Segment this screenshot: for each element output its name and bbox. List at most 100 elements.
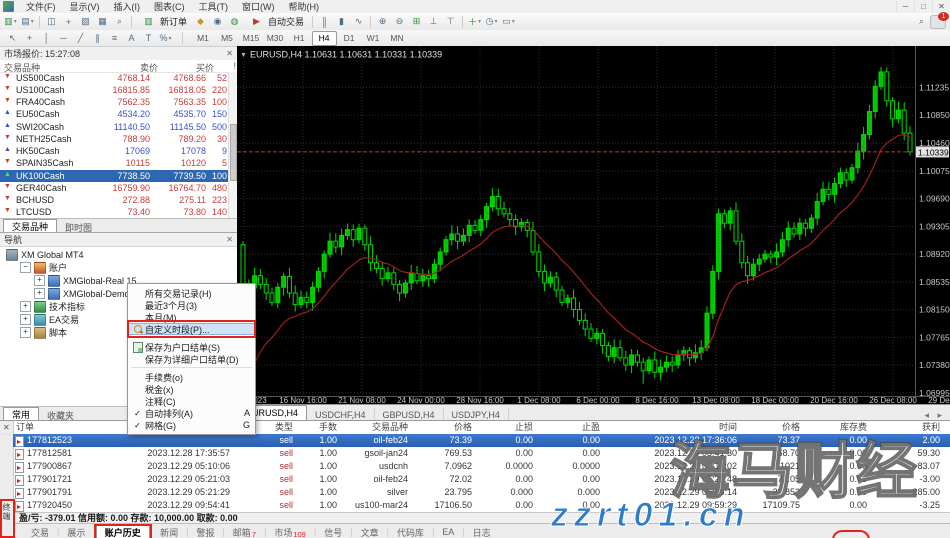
timeframe-H4[interactable]: H4 — [312, 31, 337, 46]
terminal-tab-市场[interactable]: 市场109 — [266, 526, 314, 538]
menu-item-保存为详细户口结单(D)[interactable]: 保存为详细户口结单(D) — [128, 353, 255, 365]
terminal-panel-icon[interactable]: ▦ — [95, 15, 110, 28]
market-watch-row[interactable]: ▲UK100Cash7738.507739.50100 — [0, 170, 229, 182]
terminal-tab-EA[interactable]: EA — [434, 526, 462, 538]
expander-icon[interactable]: + — [34, 288, 45, 299]
terminal-tab-交易[interactable]: 交易 — [23, 526, 57, 538]
history-col-11[interactable]: 获利 — [922, 421, 940, 434]
menu-item-自动排列(A)[interactable]: ✓自动排列(A)A — [128, 407, 255, 419]
market-watch-row[interactable]: ▲HK50Cash17069170789 — [0, 146, 229, 158]
indicators-add-icon[interactable]: ＋▾ — [467, 15, 482, 28]
menu-item-工具(T)[interactable]: 工具(T) — [192, 0, 236, 13]
timeframe-MN[interactable]: MN — [386, 32, 409, 45]
tab-常用[interactable]: 常用 — [3, 407, 39, 421]
timeframe-M30[interactable]: M30 — [264, 32, 287, 45]
menu-item-窗口(W)[interactable]: 窗口(W) — [235, 0, 282, 13]
market-watch-row[interactable]: ▼US100Cash16815.8516818.05220 — [0, 84, 229, 96]
terminal-tab-账户历史[interactable]: 账户历史 — [96, 525, 150, 538]
history-col-9[interactable]: 价格 — [782, 421, 800, 434]
close-icon[interactable]: ✕ — [226, 49, 233, 58]
menu-item-最近3个月(3)[interactable]: 最近3个月(3) — [128, 299, 255, 311]
terminal-tab-文章[interactable]: 文章 — [353, 526, 387, 538]
history-row[interactable]: 177812523sell1.00oil-feb2473.390.000.002… — [13, 434, 950, 447]
restore-button[interactable]: □ — [914, 1, 932, 12]
history-col-0[interactable]: 订单 — [16, 421, 34, 434]
expander-icon[interactable]: + — [20, 327, 31, 338]
navigator-panel-icon[interactable]: ▧ — [78, 15, 93, 28]
crosshair-icon[interactable]: + — [22, 32, 37, 45]
timeframe-M5[interactable]: M5 — [216, 32, 239, 45]
history-row[interactable]: 1779008672023.12.29 05:10:06sell1.00usdc… — [13, 460, 950, 473]
profiles-icon[interactable]: ▤▾ — [20, 15, 35, 28]
menu-item-自定义时段(P)...[interactable]: 自定义时段(P)... — [128, 323, 255, 335]
history-col-7[interactable]: 止盈 — [582, 421, 600, 434]
history-col-3[interactable]: 手数 — [319, 421, 337, 434]
tree-item-账户[interactable]: −账户 — [20, 261, 67, 274]
tree-item-XMGlobal-Real 15[interactable]: +XMGlobal-Real 15 — [34, 274, 137, 287]
terminal-tab-新闻[interactable]: 新闻 — [152, 526, 186, 538]
history-col-5[interactable]: 价格 — [454, 421, 472, 434]
bar-chart-mode-icon[interactable]: ║ — [317, 15, 332, 28]
strategy-tester-icon[interactable]: ⌕ — [112, 15, 127, 28]
autotrading-button[interactable]: ▶自动交易 — [244, 15, 308, 28]
timeframe-M1[interactable]: M1 — [192, 32, 215, 45]
cursor-icon[interactable]: ↖ — [5, 32, 20, 45]
market-watch-row[interactable]: ▼BCHUSD272.88275.11223 — [0, 195, 229, 207]
expander-icon[interactable]: + — [20, 314, 31, 325]
menu-item-图表(C)[interactable]: 图表(C) — [147, 0, 192, 13]
history-row[interactable]: 1779017912023.12.29 05:21:29sell1.00silv… — [13, 486, 950, 499]
history-col-6[interactable]: 止损 — [515, 421, 533, 434]
menu-item-文件(F)[interactable]: 文件(F) — [19, 0, 63, 13]
period-clock-icon[interactable]: ◷▾ — [484, 15, 499, 28]
shapes-tool-icon[interactable]: %▾ — [158, 32, 173, 45]
arrange-asc-icon[interactable]: ⊥ — [426, 15, 441, 28]
globe-icon[interactable]: ◍ — [227, 15, 242, 28]
tree-item-XM Global MT4[interactable]: XM Global MT4 — [6, 248, 84, 261]
market-watch-row[interactable]: ▼NETH25Cash788.90789.2030 — [0, 133, 229, 145]
tree-item-脚本[interactable]: +脚本 — [20, 326, 67, 339]
market-watch-row[interactable]: ▼SPAIN35Cash10115101205 — [0, 158, 229, 170]
market-watch-row[interactable]: ▲SWI20Cash11140.5011145.50500 — [0, 121, 229, 133]
vertical-line-tool-icon[interactable]: │ — [39, 32, 54, 45]
candlestick-mode-icon[interactable]: ▮ — [334, 15, 349, 28]
zoom-out-icon[interactable]: ⊖ — [392, 15, 407, 28]
expander-icon[interactable]: + — [34, 275, 45, 286]
metaeditor-icon[interactable]: ◆ — [193, 15, 208, 28]
scrollbar-thumb[interactable] — [230, 124, 237, 181]
template-icon[interactable]: ▭▾ — [501, 15, 516, 28]
menu-item-显示(V)[interactable]: 显示(V) — [63, 0, 107, 13]
time-axis[interactable]: 13 Nov 202316 Nov 16:0021 Nov 08:0024 No… — [237, 396, 950, 404]
terminal-tab-展示[interactable]: 展示 — [59, 526, 93, 538]
timeframe-H1[interactable]: H1 — [288, 32, 311, 45]
menu-item-税金(x)[interactable]: 税金(x) — [128, 383, 255, 395]
history-col-4[interactable]: 交易品种 — [372, 421, 408, 434]
tree-item-EA交易[interactable]: +EA交易 — [20, 313, 79, 326]
notifications-icon[interactable]: 1 — [930, 15, 946, 29]
menu-item-网格(G)[interactable]: ✓网格(G)G — [128, 419, 255, 431]
price-chart[interactable]: 1.112351.108501.104601.100751.096901.093… — [237, 46, 950, 404]
menu-item-保存为户口结单(S)[interactable]: 保存为户口结单(S) — [128, 341, 255, 353]
label-tool-icon[interactable]: T — [141, 32, 156, 45]
minimize-button[interactable]: ─ — [896, 1, 914, 12]
zoom-in-icon[interactable]: ⊕ — [375, 15, 390, 28]
menu-item-手续费(o)[interactable]: 手续费(o) — [128, 371, 255, 383]
tab-交易品种[interactable]: 交易品种 — [3, 219, 57, 233]
menu-item-注释(C)[interactable]: 注释(C) — [128, 395, 255, 407]
terminal-tab-警报[interactable]: 警报 — [188, 526, 222, 538]
arrange-desc-icon[interactable]: ⊤ — [443, 15, 458, 28]
history-col-2[interactable]: 类型 — [275, 421, 293, 434]
timeframe-D1[interactable]: D1 — [338, 32, 361, 45]
tree-item-XMGlobal-Demo 2[interactable]: +XMGlobal-Demo 2 — [34, 287, 137, 300]
market-watch-row[interactable]: ▼US500Cash4768.144768.6652 — [0, 72, 229, 84]
tree-item-技术指标[interactable]: +技术指标 — [20, 300, 85, 313]
close-button[interactable]: ✕ — [932, 1, 950, 12]
timeframe-M15[interactable]: M15 — [240, 32, 263, 45]
channel-tool-icon[interactable]: ∥ — [90, 32, 105, 45]
terminal-tab-日志[interactable]: 日志 — [465, 526, 499, 538]
menu-item-插入(I)[interactable]: 插入(I) — [107, 0, 148, 13]
community-icon[interactable]: ◉ — [210, 15, 225, 28]
timeframe-W1[interactable]: W1 — [362, 32, 385, 45]
history-row[interactable]: 1779204502023.12.29 09:54:41sell1.00us10… — [13, 499, 950, 512]
menu-item-本月(M)[interactable]: 本月(M) — [128, 311, 255, 323]
horizontal-line-tool-icon[interactable]: ─ — [56, 32, 71, 45]
